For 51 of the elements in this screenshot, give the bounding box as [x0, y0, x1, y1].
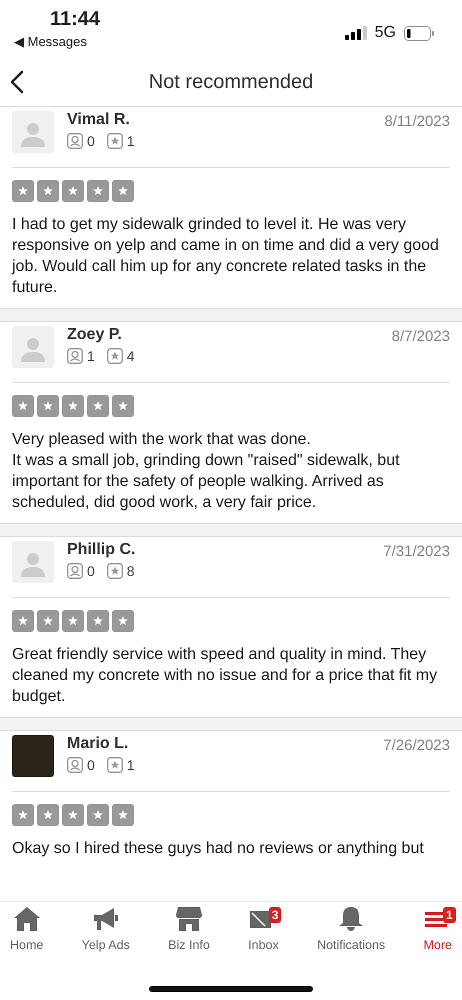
signal-icon: [344, 26, 367, 40]
review-count-icon: [106, 757, 123, 773]
tab-bar-item[interactable]: Notifications: [315, 906, 388, 968]
tab-bar-item[interactable]: Home: [8, 906, 46, 968]
friends-icon: [67, 348, 83, 364]
notification-badge: 1: [443, 907, 456, 923]
photo-placeholder: [12, 735, 54, 777]
bell-icon: [337, 906, 366, 932]
friends-icon: [67, 563, 83, 579]
network-label: 5G: [374, 24, 396, 42]
review-count-icon: [106, 563, 123, 579]
review-count: 8: [126, 563, 135, 579]
default-avatar: [12, 111, 54, 153]
review-count: 1: [126, 757, 135, 773]
reviewer-name[interactable]: Zoey P.: [67, 326, 143, 344]
tab-bar-item[interactable]: 3 Inbox: [246, 906, 281, 968]
review-date: 8/11/2023: [384, 113, 450, 130]
notification-badge: 3: [268, 907, 282, 923]
friends-count: 0: [87, 563, 95, 579]
review-text: Okay so I hired these guys had no reviews or anything but: [11, 839, 425, 859]
battery-icon: [404, 26, 434, 40]
review-count-icon: [106, 348, 123, 364]
review-date: 8/7/2023: [392, 328, 450, 345]
review-text: Great friendly service with speed and quality in mind. They cleaned my concrete with no issue and for a price that fit my budget.: [11, 645, 438, 707]
review-count: 4: [126, 348, 135, 364]
back-to-app-link[interactable]: ◀ Messages: [14, 34, 87, 49]
review-count-icon: [106, 133, 123, 149]
tab-bar-item[interactable]: Yelp Ads: [80, 906, 132, 968]
friends-icon: [67, 757, 83, 773]
review-text: I had to get my sidewalk grinded to level it. He was very responsive on yelp and came in on time and did a very good job. Would call him up for any concrete related tasks in the future.: [10, 215, 440, 298]
default-avatar: [12, 326, 54, 368]
friends-count: 0: [87, 757, 95, 773]
megaphone-icon: [92, 906, 120, 932]
status-time: 11:44: [50, 8, 100, 31]
review-count: 1: [126, 133, 135, 149]
review-date: 7/26/2023: [383, 737, 450, 754]
review-text: Very pleased with the work that was done. It was a small job, grinding down "raised" sidewalk, but important for the safety of people walking. Arrived as scheduled, did good work, a very fair price.: [11, 430, 401, 513]
page-title: Not recommended: [148, 70, 314, 94]
tab-bar-item[interactable]: Biz Info: [166, 906, 212, 968]
back-icon[interactable]: [10, 70, 24, 94]
friends-icon: [67, 133, 83, 149]
reviewer-name[interactable]: Phillip C.: [67, 541, 143, 559]
reviewer-name[interactable]: Vimal R.: [67, 111, 143, 129]
friends-count: 1: [87, 348, 95, 364]
home-icon: [12, 906, 41, 932]
tab-bar-item[interactable]: 1 More: [421, 906, 454, 968]
review-date: 7/31/2023: [383, 543, 450, 560]
reviewer-name[interactable]: Mario L.: [67, 735, 143, 753]
friends-count: 0: [87, 133, 95, 149]
default-avatar: [12, 541, 54, 583]
store-icon: [175, 906, 204, 932]
